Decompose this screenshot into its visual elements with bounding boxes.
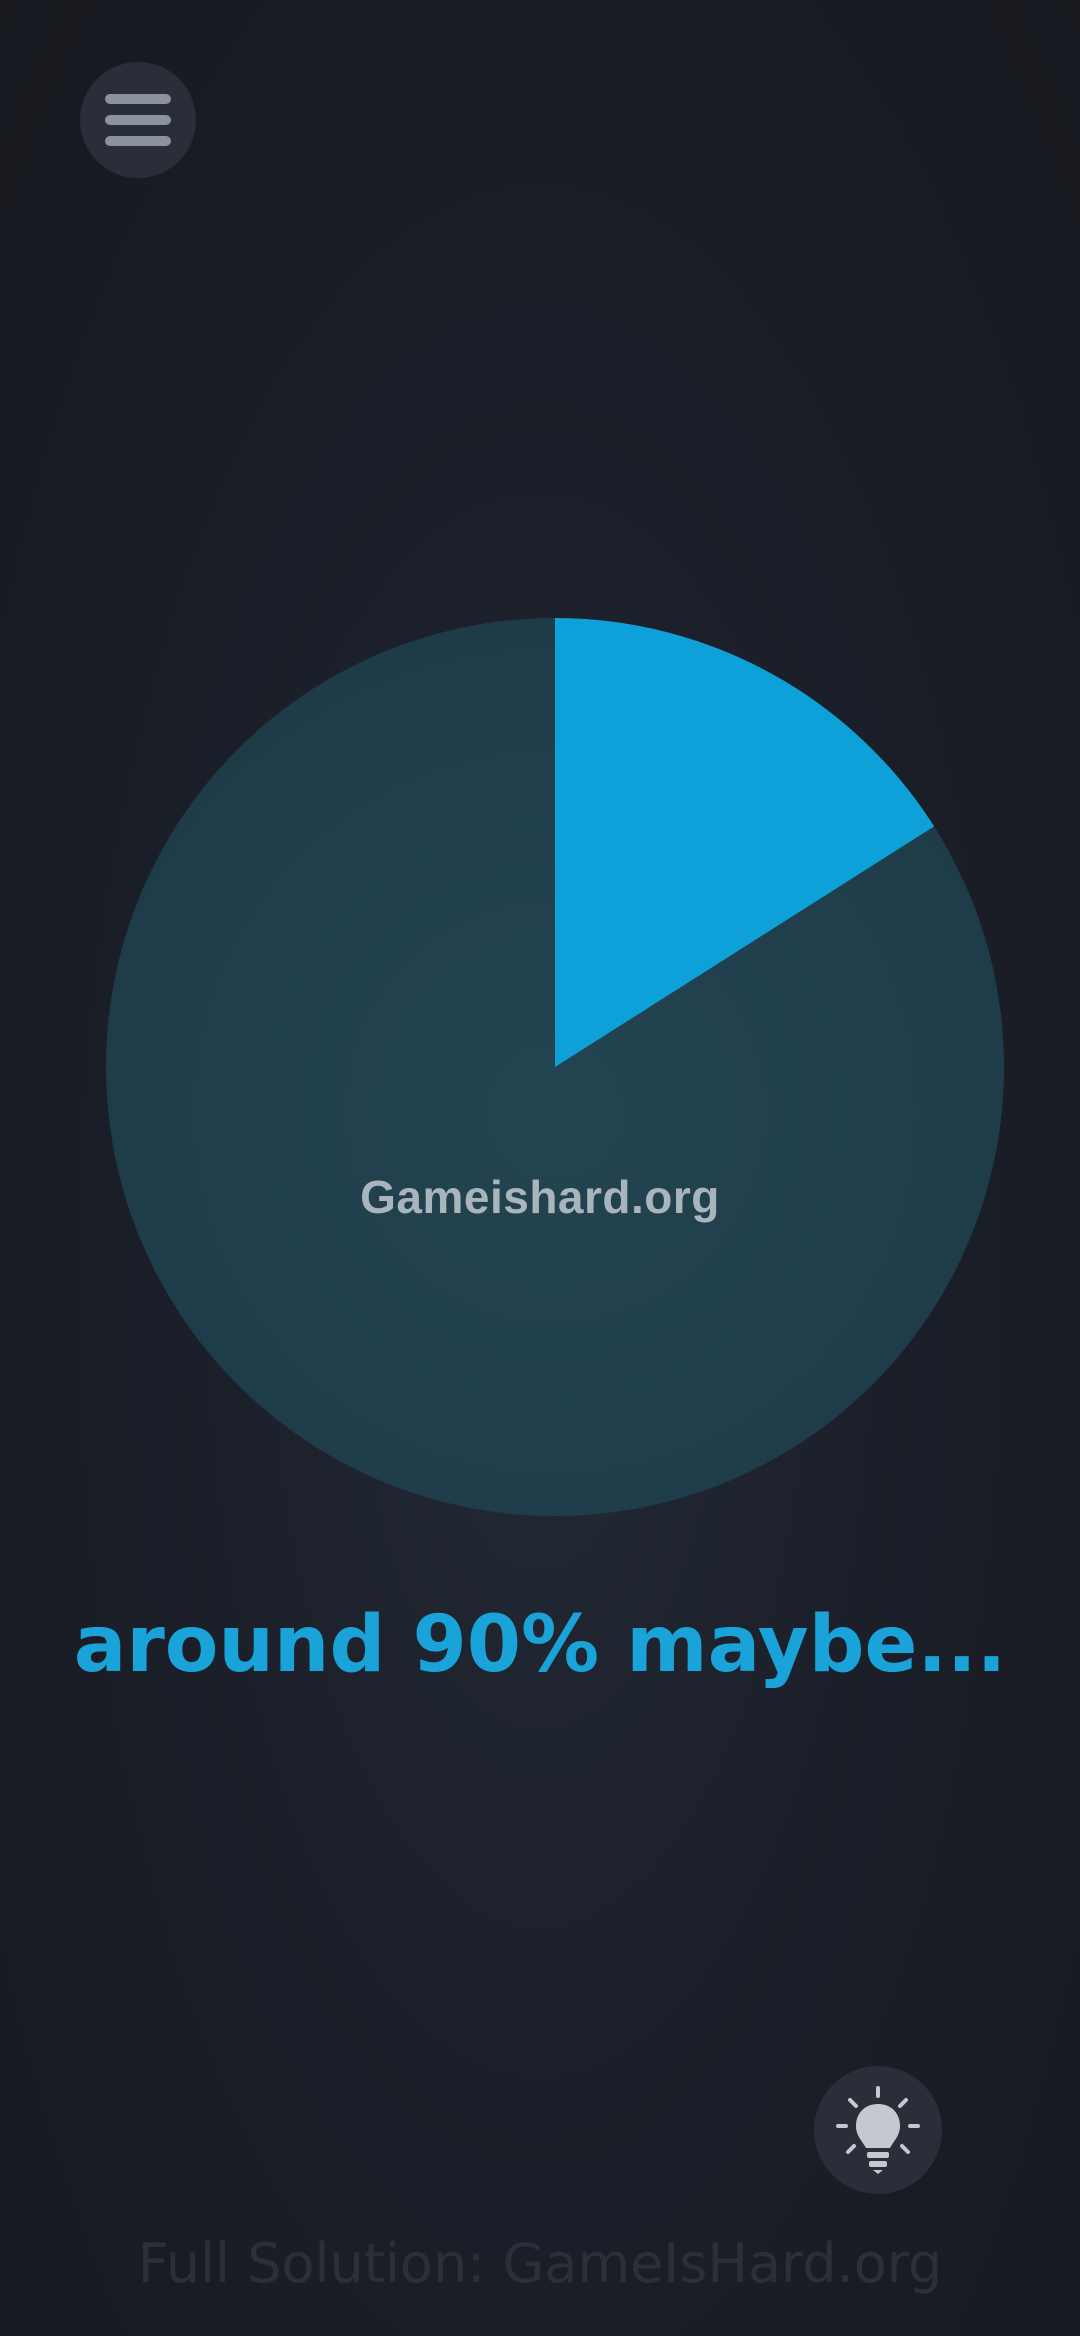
footer-solution-text: Full Solution: GameIsHard.org	[137, 2232, 943, 2295]
lightbulb-icon	[836, 2086, 920, 2174]
hint-button[interactable]	[814, 2066, 942, 2194]
menu-button[interactable]	[80, 62, 196, 178]
answer-text: around 90% maybe...	[73, 1600, 1007, 1690]
pie-chart-svg	[106, 618, 1004, 1516]
hamburger-menu-icon	[105, 94, 171, 146]
pie-chart[interactable]	[106, 618, 1004, 1516]
watermark-text: Gameishard.org	[360, 1171, 720, 1223]
